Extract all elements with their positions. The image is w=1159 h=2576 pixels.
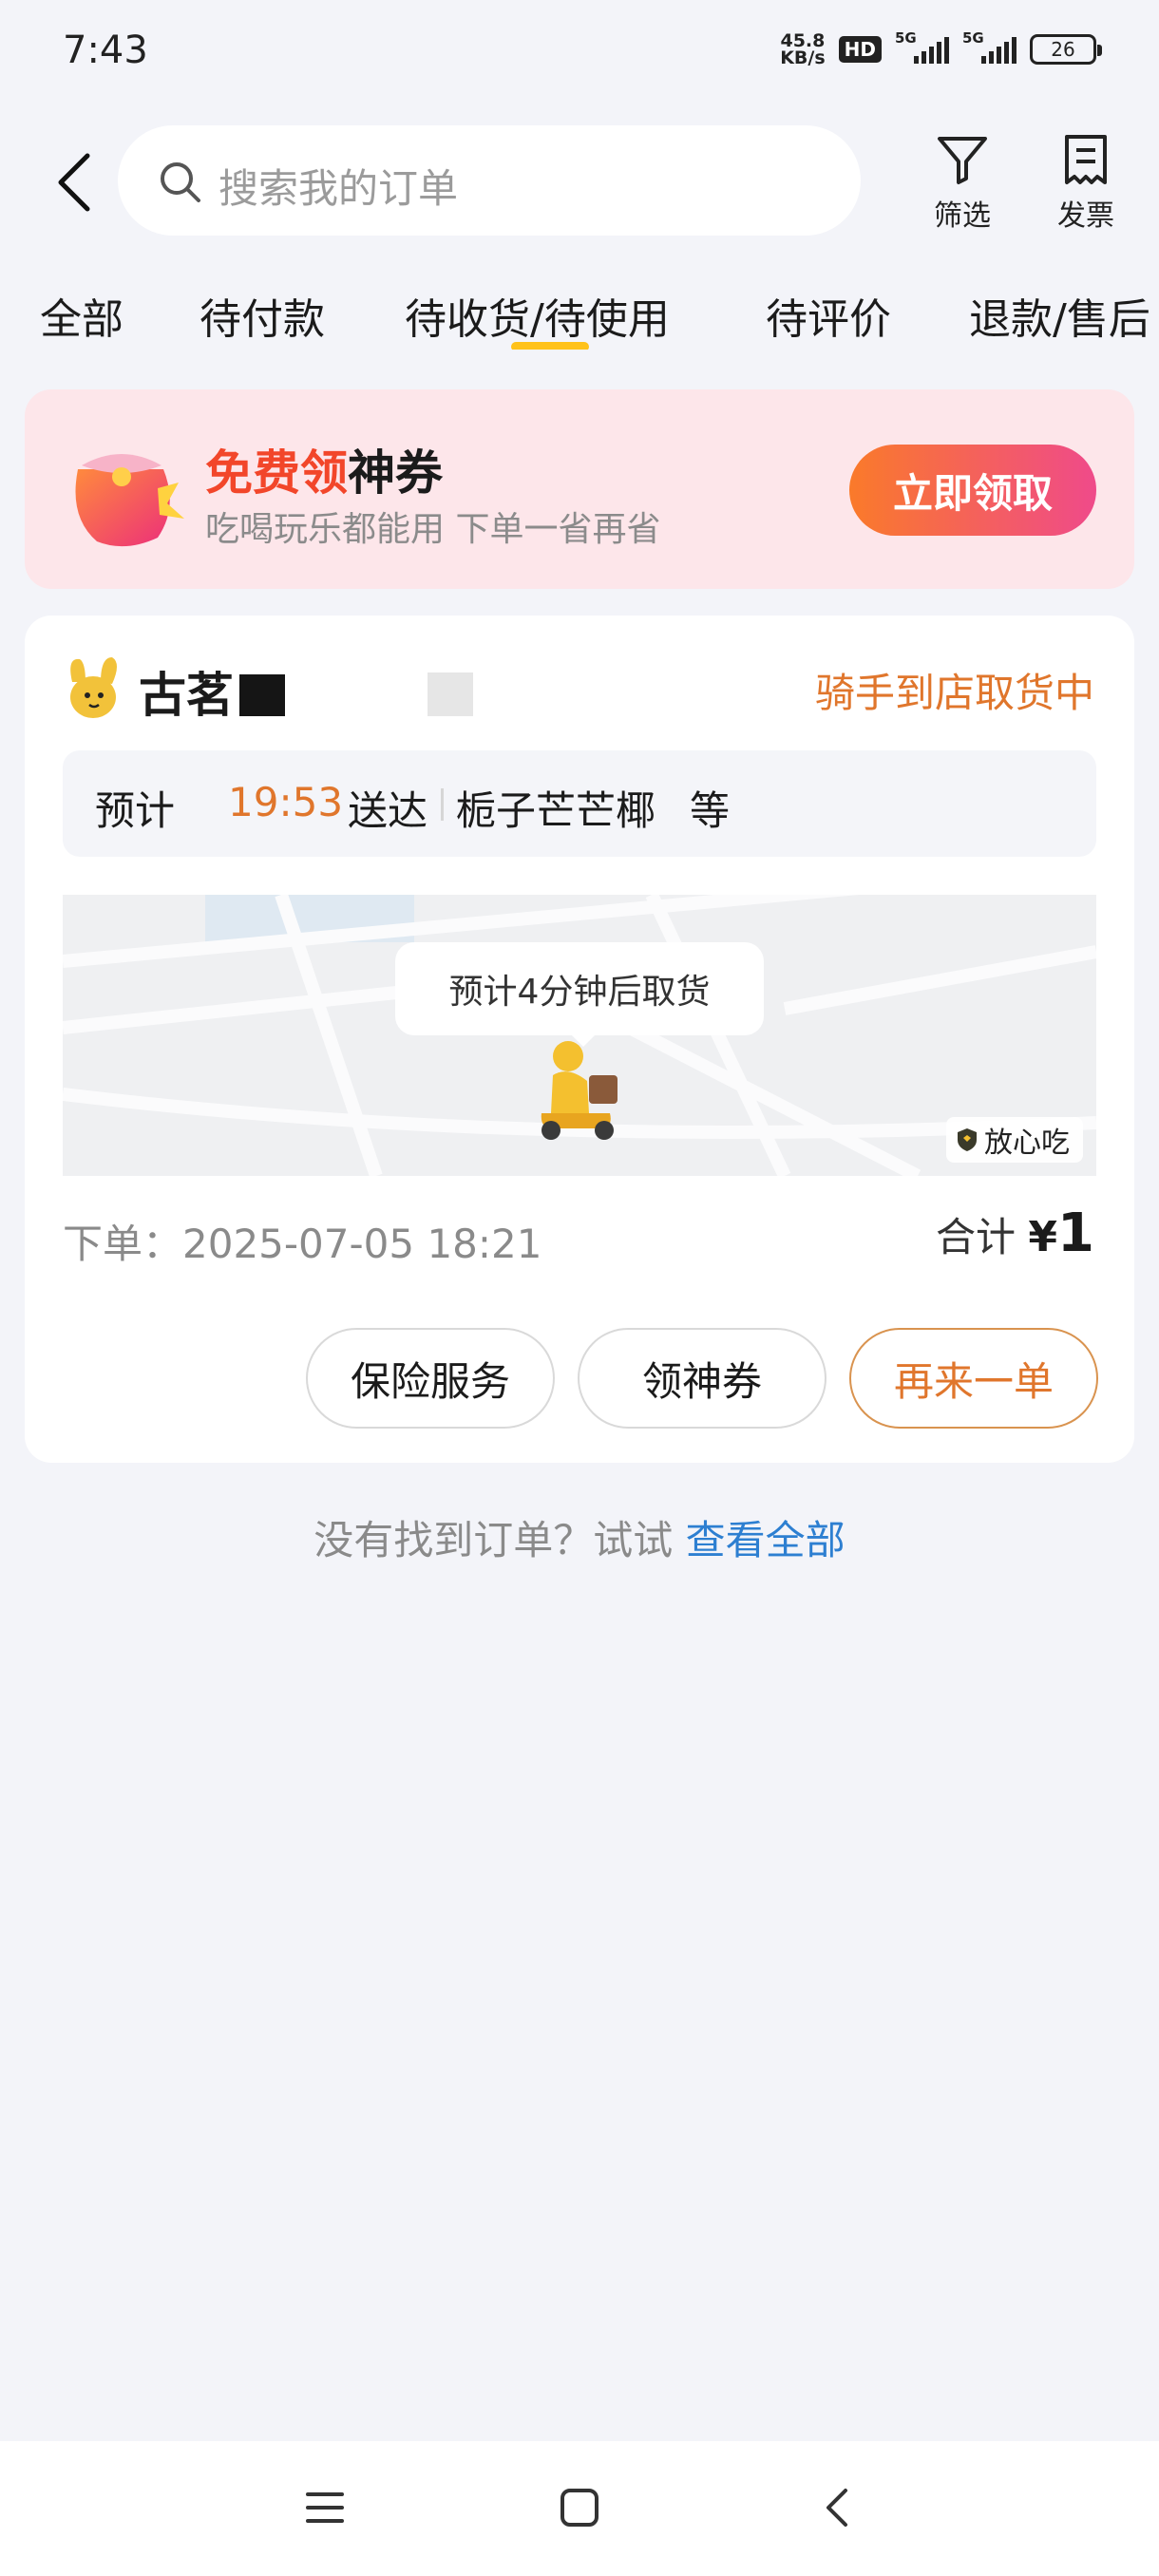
chevron-left-icon xyxy=(58,153,90,212)
order-total: 合计 ¥1 xyxy=(936,1203,1094,1264)
search-placeholder: 搜索我的订单 xyxy=(218,165,459,212)
status-bar: 7:43 45.8 KB/s HD 5G 5G 26 xyxy=(0,0,1159,103)
filter-button[interactable]: 筛选 xyxy=(920,133,1005,234)
back-button[interactable] xyxy=(49,148,106,215)
redaction-block xyxy=(239,674,285,716)
store-name[interactable]: 古茗 xyxy=(139,657,234,726)
signal-icon: 5G xyxy=(895,29,949,64)
search-icon xyxy=(161,162,200,202)
search-input[interactable]: 搜索我的订单 xyxy=(118,125,861,236)
currency-symbol: ¥ xyxy=(1028,1213,1058,1261)
not-found-hint: 没有找到订单？试试 查看全部 xyxy=(314,1517,846,1563)
home-icon[interactable] xyxy=(557,2485,602,2530)
hd-icon: HD xyxy=(838,36,882,63)
order-status: 骑手到店取货中 xyxy=(814,670,1094,716)
filter-icon xyxy=(938,137,987,184)
signal-icon: 5G xyxy=(962,29,1016,64)
reorder-button[interactable]: 再来一单 xyxy=(849,1328,1098,1429)
claim-now-button[interactable]: 立即领取 xyxy=(849,445,1096,536)
divider xyxy=(441,788,444,821)
status-time: 7:43 xyxy=(63,28,148,72)
order-time: 下单：2025-07-05 18:21 xyxy=(63,1221,542,1267)
status-icons: 45.8 KB/s HD 5G 5G 26 xyxy=(780,29,1102,68)
tab-pending-review[interactable]: 待评价 xyxy=(766,285,891,346)
delivery-eta: 预计 19:53 送达 栀子芒芒椰 等 xyxy=(63,750,1096,857)
store-logo-icon xyxy=(70,657,117,718)
tab-pending-payment[interactable]: 待付款 xyxy=(200,285,325,346)
red-packet-icon xyxy=(75,454,184,547)
menu-icon[interactable] xyxy=(302,2485,348,2530)
eta-time: 19:53 xyxy=(228,779,344,825)
total-amount: 1 xyxy=(1057,1203,1094,1264)
promo-title: 免费领神券 xyxy=(205,445,443,501)
safe-food-badge: 放心吃 xyxy=(946,1117,1083,1163)
coupon-banner[interactable]: 免费领神券 吃喝玩乐都能用 下单一省再省 立即领取 xyxy=(25,389,1134,589)
system-nav-bar xyxy=(0,2441,1159,2576)
promo-subtitle: 吃喝玩乐都能用 下单一省再省 xyxy=(205,510,661,549)
back-nav-icon[interactable] xyxy=(815,2485,861,2530)
pickup-eta-bubble: 预计4分钟后取货 xyxy=(395,942,764,1047)
battery-icon: 26 xyxy=(1030,34,1102,65)
tab-all[interactable]: 全部 xyxy=(40,285,124,346)
redaction-block xyxy=(428,672,473,716)
order-items: 栀子芒芒椰 xyxy=(456,787,656,834)
invoice-icon xyxy=(1065,135,1107,184)
delivery-map[interactable]: 预计4分钟后取货 放心吃 xyxy=(63,895,1096,1176)
claim-coupon-button[interactable]: 领神券 xyxy=(578,1328,826,1429)
invoice-button[interactable]: 发票 xyxy=(1043,133,1129,234)
network-speed: 45.8 KB/s xyxy=(780,30,826,68)
order-card[interactable]: 古茗 骑手到店取货中 预计 19:53 送达 栀子芒芒椰 等 预计4分钟后取货 xyxy=(25,616,1134,1463)
shield-icon xyxy=(958,1128,977,1151)
view-all-link[interactable]: 查看全部 xyxy=(686,1517,846,1563)
header: 搜索我的订单 筛选 发票 xyxy=(0,123,1159,237)
rider-icon xyxy=(541,1041,618,1140)
order-tabs: 全部 待付款 待收货/待使用 待评价 退款/售后 xyxy=(0,274,1159,350)
insurance-service-button[interactable]: 保险服务 xyxy=(306,1328,555,1429)
tab-refund[interactable]: 退款/售后 xyxy=(969,285,1150,346)
tab-indicator xyxy=(511,342,589,350)
tab-pending-receipt[interactable]: 待收货/待使用 xyxy=(405,285,670,346)
